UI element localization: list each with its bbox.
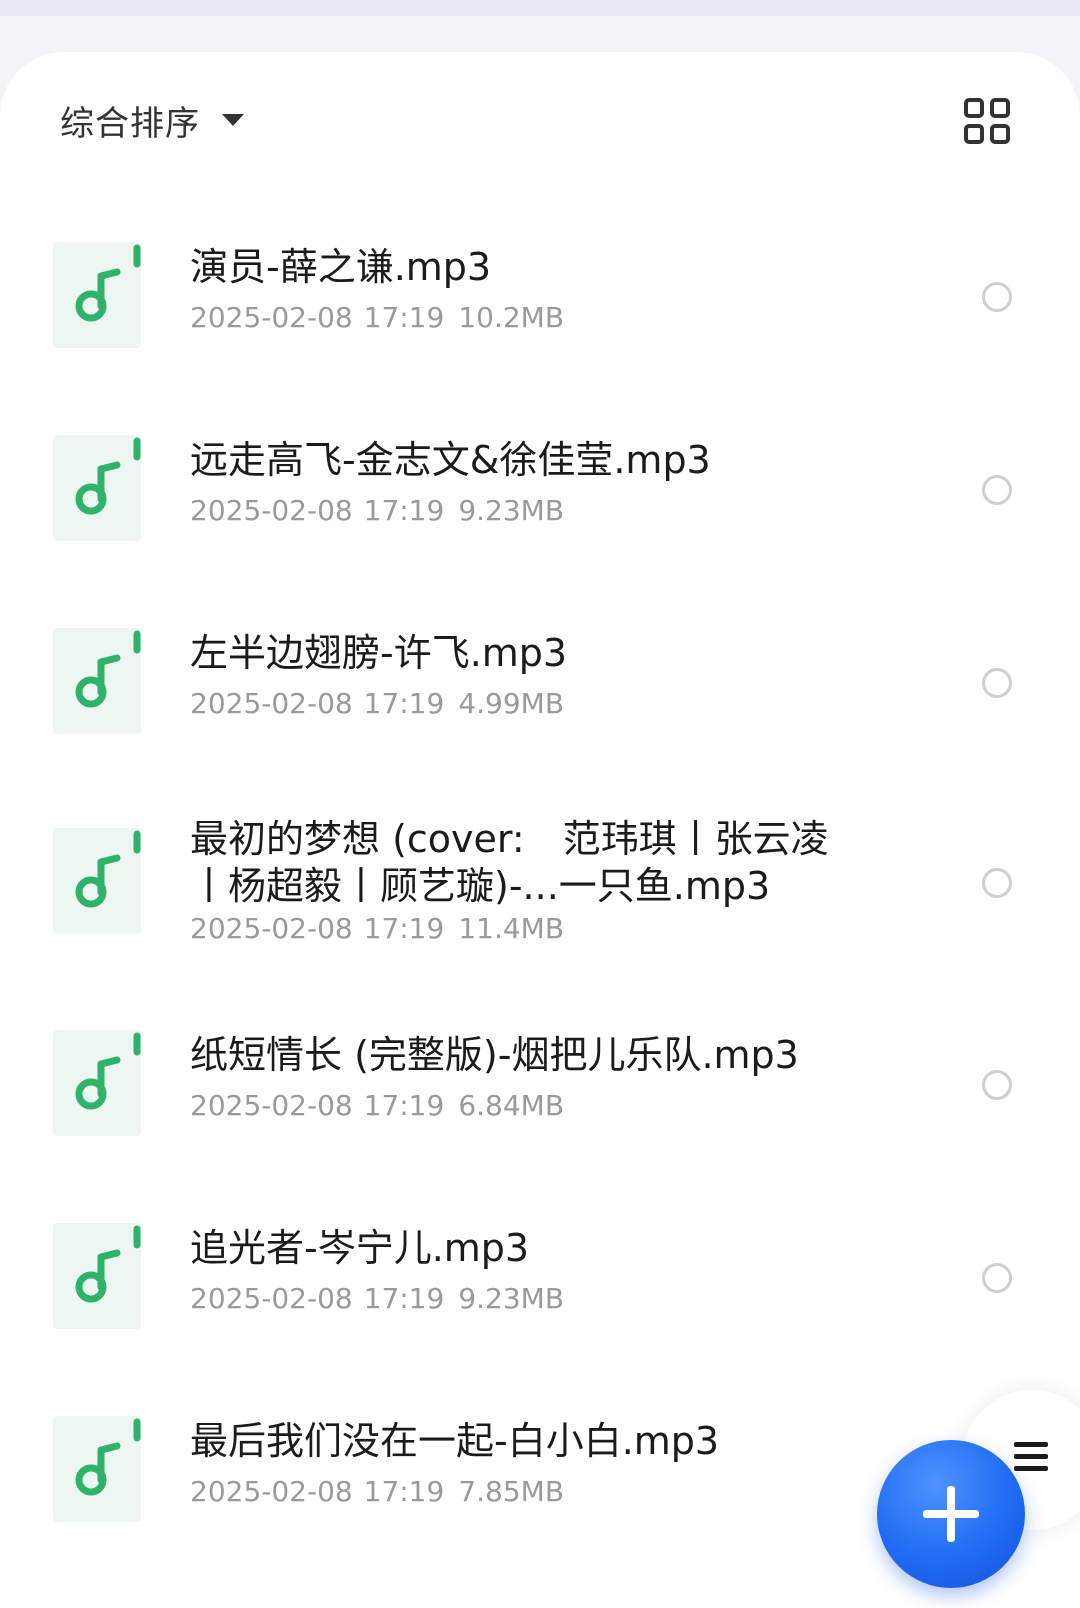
file-size: 6.84MB bbox=[458, 1089, 565, 1122]
file-name: 远走高飞-金志文&徐佳莹.mp3 bbox=[190, 438, 711, 482]
file-text: 追光者-岑宁儿.mp3 2025-02-08 17:19 9.23MB bbox=[190, 1225, 880, 1316]
list-item[interactable]: 演员-薛之谦.mp3 2025-02-08 17:19 10.2MB bbox=[0, 242, 1080, 352]
select-radio[interactable] bbox=[982, 282, 1012, 312]
list-item[interactable]: 左半边翅膀-许飞.mp3 2025-02-08 17:19 4.99MB bbox=[0, 628, 1080, 738]
music-file-icon bbox=[53, 628, 141, 734]
file-meta: 2025-02-08 17:19 9.23MB bbox=[190, 494, 880, 528]
file-meta: 2025-02-08 17:19 7.85MB bbox=[190, 1475, 830, 1509]
menu-icon[interactable] bbox=[1012, 1440, 1050, 1474]
plus-icon bbox=[923, 1486, 979, 1542]
select-radio[interactable] bbox=[982, 1263, 1012, 1293]
file-size: 9.23MB bbox=[458, 1282, 565, 1315]
music-file-icon bbox=[53, 1416, 141, 1522]
add-fab-button[interactable] bbox=[877, 1440, 1025, 1588]
file-text: 最初的梦想 (cover: 范玮琪丨张云凌丨杨超毅丨顾艺璇)-...一只鱼.mp… bbox=[190, 816, 850, 946]
sort-label: 综合排序 bbox=[60, 103, 200, 144]
file-date: 2025-02-08 17:19 bbox=[190, 494, 445, 527]
select-radio[interactable] bbox=[982, 1070, 1012, 1100]
file-meta: 2025-02-08 17:19 9.23MB bbox=[190, 1282, 880, 1316]
music-file-icon bbox=[53, 242, 141, 348]
file-name: 纸短情长 (完整版)-烟把儿乐队.mp3 bbox=[190, 1033, 799, 1077]
file-text: 最后我们没在一起-白小白.mp3 2025-02-08 17:19 7.85MB bbox=[190, 1418, 830, 1509]
file-name: 追光者-岑宁儿.mp3 bbox=[190, 1226, 530, 1270]
file-meta: 2025-02-08 17:19 11.4MB bbox=[190, 912, 850, 946]
file-text: 远走高飞-金志文&徐佳莹.mp3 2025-02-08 17:19 9.23MB bbox=[190, 437, 880, 528]
status-strip bbox=[0, 0, 1080, 16]
grid-view-button[interactable] bbox=[964, 98, 1010, 144]
file-name: 最后我们没在一起-白小白.mp3 bbox=[190, 1419, 720, 1463]
caret-down-icon bbox=[222, 114, 244, 126]
file-size: 10.2MB bbox=[458, 301, 565, 334]
list-item[interactable]: 远走高飞-金志文&徐佳莹.mp3 2025-02-08 17:19 9.23MB bbox=[0, 435, 1080, 545]
music-file-icon bbox=[53, 435, 141, 541]
file-size: 9.23MB bbox=[458, 494, 565, 527]
file-size: 4.99MB bbox=[458, 687, 565, 720]
list-item[interactable]: 纸短情长 (完整版)-烟把儿乐队.mp3 2025-02-08 17:19 6.8… bbox=[0, 1030, 1080, 1140]
file-meta: 2025-02-08 17:19 6.84MB bbox=[190, 1089, 880, 1123]
music-file-icon bbox=[53, 1223, 141, 1329]
file-date: 2025-02-08 17:19 bbox=[190, 1089, 445, 1122]
file-date: 2025-02-08 17:19 bbox=[190, 687, 445, 720]
select-radio[interactable] bbox=[982, 868, 1012, 898]
file-meta: 2025-02-08 17:19 10.2MB bbox=[190, 301, 880, 335]
list-item[interactable]: 最初的梦想 (cover: 范玮琪丨张云凌丨杨超毅丨顾艺璇)-...一只鱼.mp… bbox=[0, 817, 1080, 968]
file-date: 2025-02-08 17:19 bbox=[190, 1282, 445, 1315]
file-size: 11.4MB bbox=[458, 912, 565, 945]
file-date: 2025-02-08 17:19 bbox=[190, 1475, 445, 1508]
file-name: 左半边翅膀-许飞.mp3 bbox=[190, 631, 568, 675]
file-text: 演员-薛之谦.mp3 2025-02-08 17:19 10.2MB bbox=[190, 244, 880, 335]
file-meta: 2025-02-08 17:19 4.99MB bbox=[190, 687, 880, 721]
file-name: 最初的梦想 (cover: 范玮琪丨张云凌丨杨超毅丨顾艺璇)-...一只鱼.mp… bbox=[190, 817, 829, 908]
music-file-icon bbox=[53, 1030, 141, 1136]
file-text: 纸短情长 (完整版)-烟把儿乐队.mp3 2025-02-08 17:19 6.8… bbox=[190, 1032, 880, 1123]
select-radio[interactable] bbox=[982, 668, 1012, 698]
music-file-icon bbox=[53, 828, 141, 934]
grid-view-icon bbox=[964, 98, 1010, 144]
file-date: 2025-02-08 17:19 bbox=[190, 912, 445, 945]
file-date: 2025-02-08 17:19 bbox=[190, 301, 445, 334]
sort-dropdown[interactable]: 综合排序 bbox=[60, 96, 244, 144]
file-size: 7.85MB bbox=[458, 1475, 565, 1508]
select-radio[interactable] bbox=[982, 475, 1012, 505]
list-item[interactable]: 追光者-岑宁儿.mp3 2025-02-08 17:19 9.23MB bbox=[0, 1223, 1080, 1333]
file-name: 演员-薛之谦.mp3 bbox=[190, 245, 492, 289]
file-text: 左半边翅膀-许飞.mp3 2025-02-08 17:19 4.99MB bbox=[190, 630, 880, 721]
file-sheet: 综合排序 演员-薛之谦.mp3 2025-02-08 17:19 10.2MB bbox=[0, 52, 1080, 1608]
